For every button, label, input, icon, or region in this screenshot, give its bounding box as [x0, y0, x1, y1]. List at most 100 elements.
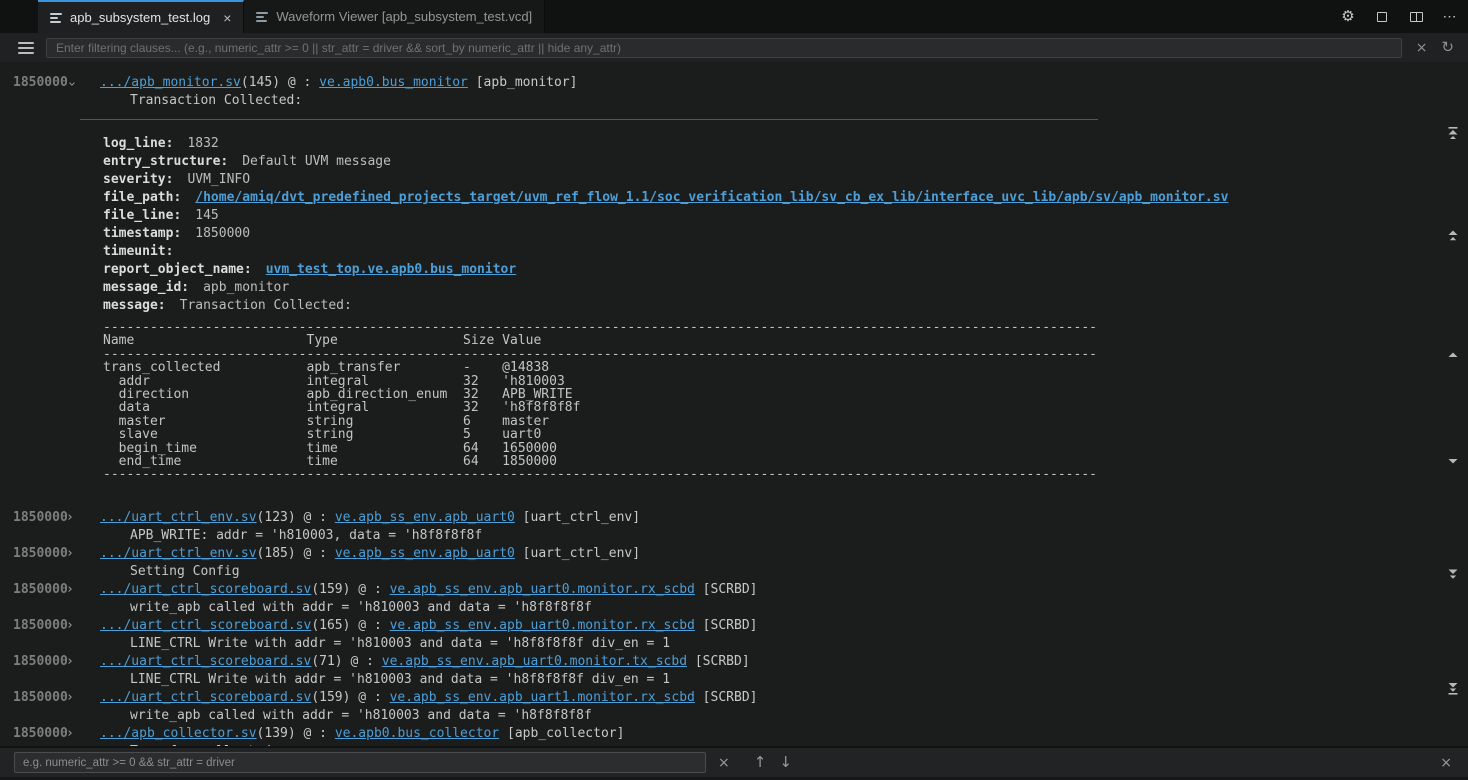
log-viewer-content: 1850000 › .../apb_monitor.sv(145) @ : ve… — [0, 62, 1468, 746]
chevron-right-icon[interactable]: › — [66, 725, 74, 743]
detail-label: message: — [103, 298, 166, 313]
entry-line-info: (159) @ : — [311, 582, 389, 597]
entry-message: LINE_CTRL Write with addr = 'h810003 and… — [100, 671, 1468, 689]
chevron-right-icon[interactable]: › — [66, 509, 74, 527]
detail-value: Default UVM message — [242, 154, 391, 169]
detail-row: timeunit: — [103, 243, 1468, 261]
jump-to-bottom-icon[interactable] — [1446, 682, 1460, 696]
detail-value: 1850000 — [195, 226, 250, 241]
chevron-right-icon[interactable]: › — [66, 545, 74, 563]
gear-icon[interactable]: ⚙ — [1340, 9, 1356, 25]
more-actions-icon[interactable]: ⋯ — [1442, 9, 1458, 25]
search-bar: × ↑ ↓ × — [0, 746, 1468, 780]
hamburger-menu-icon[interactable] — [18, 42, 34, 54]
entry-message: write_apb called with addr = 'h810003 an… — [100, 707, 1468, 725]
hierarchy-path-link[interactable]: ve.apb_ss_env.apb_uart0.monitor.tx_scbd — [382, 654, 687, 669]
scroll-up-icon[interactable] — [1446, 348, 1460, 362]
filter-bar: × ↻ — [0, 33, 1468, 62]
entry-line-info: (165) @ : — [311, 618, 389, 633]
source-file-link[interactable]: .../apb_monitor.sv — [100, 75, 241, 90]
hierarchy-path-link[interactable]: ve.apb_ss_env.apb_uart1.monitor.rx_scbd — [390, 690, 695, 705]
log-file-icon — [50, 12, 63, 24]
hierarchy-path-link[interactable]: ve.apb0.bus_collector — [335, 726, 499, 741]
source-file-link[interactable]: .../uart_ctrl_env.sv — [100, 546, 257, 561]
entry-tag: [SCRBD] — [695, 582, 758, 597]
entry-line-info: (139) @ : — [257, 726, 335, 741]
jump-to-top-icon[interactable] — [1446, 126, 1460, 140]
editor-actions: ⚙ ⋯ — [1340, 0, 1458, 33]
split-editor-icon[interactable] — [1408, 9, 1424, 25]
log-entry-expanded: 1850000 › .../apb_monitor.sv(145) @ : ve… — [0, 74, 1468, 482]
search-input[interactable] — [14, 752, 706, 773]
tab-bar-spacer — [0, 0, 38, 33]
hierarchy-path-link[interactable]: ve.apb_ss_env.apb_uart0.monitor.rx_scbd — [390, 582, 695, 597]
tab-waveform-viewer[interactable]: Waveform Viewer [apb_subsystem_test.vcd] — [244, 0, 545, 33]
scroll-marker-rail — [1444, 62, 1464, 746]
detail-row: severity: UVM_INFO — [103, 171, 1468, 189]
detail-row: message:Transaction Collected: — [103, 297, 1468, 315]
fast-scroll-up-icon[interactable] — [1446, 229, 1460, 243]
entry-tag: [uart_ctrl_env] — [515, 546, 640, 561]
close-search-icon[interactable]: × — [1440, 756, 1452, 770]
clear-filter-icon[interactable]: × — [1416, 41, 1428, 55]
editor-tab-bar: apb_subsystem_test.log × Waveform Viewer… — [0, 0, 1468, 33]
log-entry: 1850000› .../uart_ctrl_scoreboard.sv(159)… — [0, 581, 1468, 617]
log-file-icon — [256, 11, 269, 23]
chevron-down-icon[interactable]: › — [62, 80, 80, 88]
tab-label: apb_subsystem_test.log — [70, 10, 210, 25]
log-entry: 1850000›.../apb_collector.sv(139) @ : ve… — [0, 725, 1468, 746]
entry-message: Transfer collected : — [100, 743, 1468, 746]
entry-message: APB_WRITE: addr = 'h810003, data = 'h8f8… — [100, 527, 1468, 545]
source-file-link[interactable]: .../uart_ctrl_scoreboard.sv — [100, 690, 311, 705]
chevron-right-icon[interactable]: › — [66, 617, 74, 635]
filter-input[interactable] — [46, 38, 1402, 58]
chevron-right-icon[interactable]: › — [66, 581, 74, 599]
hierarchy-path-link[interactable]: ve.apb_ss_env.apb_uart0 — [335, 546, 515, 561]
entry-tag: [SCRBD] — [695, 690, 758, 705]
detail-label: timestamp: — [103, 226, 181, 241]
source-file-link[interactable]: .../uart_ctrl_scoreboard.sv — [100, 618, 311, 633]
tab-log-file[interactable]: apb_subsystem_test.log × — [38, 0, 244, 33]
fast-scroll-down-icon[interactable] — [1446, 568, 1460, 582]
source-file-link[interactable]: .../uart_ctrl_env.sv — [100, 510, 257, 525]
entry-timestamp: 1850000 — [13, 689, 68, 707]
detail-label: file_path: — [103, 190, 181, 205]
entry-timestamp: 1850000 — [13, 74, 68, 92]
detail-row: message_id:apb_monitor — [103, 279, 1468, 297]
entry-timestamp: 1850000 — [13, 509, 68, 527]
clear-search-icon[interactable]: × — [718, 756, 730, 770]
detail-label: timeunit: — [103, 244, 173, 259]
entry-timestamp: 1850000 — [13, 581, 68, 599]
maximize-icon[interactable] — [1374, 9, 1390, 25]
arrow-up-icon[interactable]: ↑ — [754, 755, 767, 770]
source-file-link[interactable]: .../uart_ctrl_scoreboard.sv — [100, 582, 311, 597]
tab-label: Waveform Viewer [apb_subsystem_test.vcd] — [276, 9, 532, 24]
detail-value: 1832 — [187, 136, 218, 151]
detail-label: severity: — [103, 172, 173, 187]
chevron-right-icon[interactable]: › — [66, 689, 74, 707]
log-entry: 1850000› .../uart_ctrl_scoreboard.sv(165)… — [0, 617, 1468, 653]
detail-row: file_line:145 — [103, 207, 1468, 225]
arrow-down-icon[interactable]: ↓ — [779, 755, 792, 770]
entry-timestamp: 1850000 — [13, 617, 68, 635]
entry-message: write_apb called with addr = 'h810003 an… — [100, 599, 1468, 617]
hierarchy-path-link[interactable]: ve.apb0.bus_monitor — [319, 75, 468, 90]
entry-line-info: (123) @ : — [257, 510, 335, 525]
source-file-link[interactable]: .../uart_ctrl_scoreboard.sv — [100, 654, 311, 669]
detail-value-link[interactable]: /home/amiq/dvt_predefined_projects_targe… — [195, 190, 1228, 205]
scroll-down-icon[interactable] — [1446, 454, 1460, 468]
entry-timestamp: 1850000 — [13, 653, 68, 671]
detail-value: UVM_INFO — [187, 172, 250, 187]
hierarchy-path-link[interactable]: ve.apb_ss_env.apb_uart0 — [335, 510, 515, 525]
entry-tag: [uart_ctrl_env] — [515, 510, 640, 525]
entry-message: Transaction Collected: — [100, 92, 1468, 110]
entry-line-info: (185) @ : — [257, 546, 335, 561]
source-file-link[interactable]: .../apb_collector.sv — [100, 726, 257, 741]
hierarchy-path-link[interactable]: ve.apb_ss_env.apb_uart0.monitor.rx_scbd — [390, 618, 695, 633]
refresh-icon[interactable]: ↻ — [1441, 40, 1454, 55]
chevron-right-icon[interactable]: › — [66, 653, 74, 671]
close-tab-icon[interactable]: × — [223, 11, 231, 25]
entry-line-info: (159) @ : — [311, 690, 389, 705]
detail-label: entry_structure: — [103, 154, 228, 169]
detail-value-link[interactable]: uvm_test_top.ve.apb0.bus_monitor — [266, 262, 516, 277]
